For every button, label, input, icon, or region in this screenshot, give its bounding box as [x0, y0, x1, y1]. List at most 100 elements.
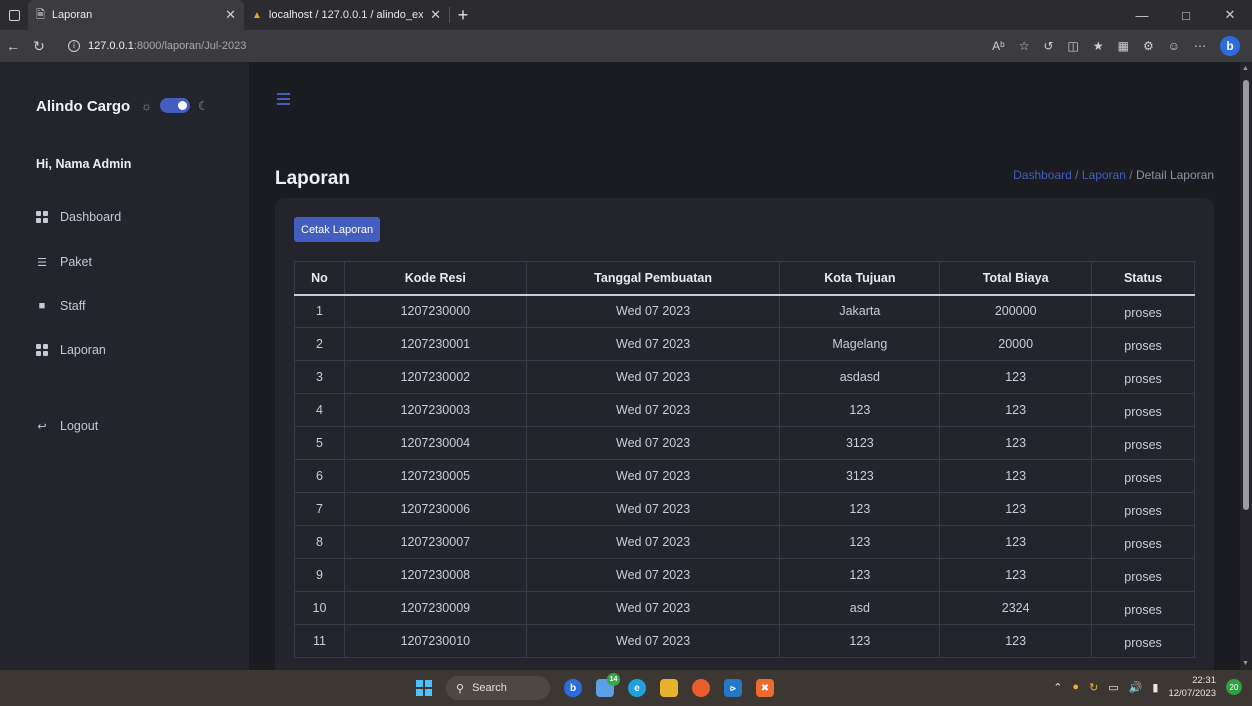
collections-icon[interactable]: ▦ — [1118, 39, 1129, 53]
cell-tanggal: Wed 07 2023 — [525, 426, 781, 460]
favorites-icon[interactable]: ★ — [1093, 39, 1104, 53]
vscode-icon[interactable]: ⪧ — [724, 679, 742, 697]
edge-icon[interactable]: e — [628, 679, 646, 697]
column-header: Tanggal Pembuatan — [525, 261, 781, 296]
sidebar-item-dashboard[interactable]: Dashboard — [36, 210, 121, 224]
cell-status: proses — [1091, 492, 1195, 526]
tray-chevron-icon[interactable]: ⌃ — [1053, 681, 1062, 694]
table-row: 3 1207230002 Wed 07 2023 asdasd 123 proses — [294, 360, 1195, 394]
cell-no: 11 — [294, 624, 345, 658]
sidebar-item-staff[interactable]: ■ Staff — [36, 299, 86, 313]
scrollbar-thumb[interactable] — [1243, 80, 1249, 510]
new-tab-button[interactable]: + — [450, 0, 476, 30]
bing-icon[interactable]: b — [1220, 36, 1240, 56]
cell-tanggal: Wed 07 2023 — [525, 393, 781, 427]
windows-start-icon[interactable] — [416, 680, 432, 696]
scroll-up-icon[interactable]: ▲ — [1242, 65, 1249, 72]
close-tab-icon[interactable]: ✕ — [225, 7, 236, 23]
cell-total-biaya: 123 — [939, 624, 1093, 658]
page-title: Laporan — [275, 168, 350, 189]
tray-app-icon[interactable]: ● — [1072, 681, 1079, 693]
url-field[interactable]: i 127.0.0.1 :8000/laporan/Jul-2023 — [68, 40, 992, 52]
refresh-icon[interactable]: ↺ — [1043, 39, 1053, 53]
close-window-button[interactable]: ✕ — [1208, 0, 1252, 30]
print-report-button[interactable]: Cetak Laporan — [294, 217, 381, 242]
table-row: 11 1207230010 Wed 07 2023 123 123 proses — [294, 624, 1195, 658]
more-icon[interactable]: ⋯ — [1194, 39, 1206, 53]
file-explorer-icon[interactable] — [660, 679, 678, 697]
cell-total-biaya: 123 — [939, 492, 1093, 526]
browser-tab-laporan[interactable]: 🗎 Laporan ✕ — [28, 0, 244, 30]
taskbar-search[interactable]: ⚲ Search — [446, 676, 550, 700]
sidebar-item-laporan[interactable]: Laporan — [36, 343, 106, 357]
table-row: 6 1207230005 Wed 07 2023 3123 123 proses — [294, 459, 1195, 493]
cell-kode-resi: 1207230006 — [343, 492, 527, 526]
volume-icon[interactable]: 🔊 — [1129, 681, 1143, 694]
cell-status: proses — [1091, 459, 1195, 493]
cell-no: 8 — [294, 525, 345, 559]
cell-total-biaya: 123 — [939, 459, 1093, 493]
brand-title[interactable]: Alindo Cargo — [36, 98, 130, 115]
cell-total-biaya: 123 — [939, 426, 1093, 460]
taskbar: ⚲ Search b 14 e ⪧ ✖ ⌃ ● ↻ ▭ 🔊 ▮ 22:31 12… — [0, 670, 1252, 706]
restore-button[interactable]: □ — [1164, 0, 1208, 30]
split-screen-icon[interactable]: ◫ — [1068, 39, 1079, 53]
cell-no: 2 — [294, 327, 345, 361]
tray-sync-icon[interactable]: ↻ — [1089, 681, 1098, 694]
breadcrumb-sep: / — [1129, 168, 1133, 182]
page-scrollbar[interactable]: ▲ ▼ — [1240, 62, 1252, 670]
sidebar-item-label: Paket — [60, 255, 92, 269]
info-icon[interactable]: i — [68, 40, 80, 52]
display-icon[interactable]: ▭ — [1108, 681, 1118, 694]
column-header: Kode Resi — [343, 261, 527, 296]
back-button[interactable]: ← — [0, 38, 26, 54]
cell-kota-tujuan: asdasd — [779, 360, 941, 394]
cell-no: 6 — [294, 459, 345, 493]
page-icon: 🗎 — [36, 8, 45, 21]
sidebar-item-logout[interactable]: ↩ Logout — [36, 419, 98, 433]
logout-icon: ↩ — [37, 420, 47, 433]
chrome-icon[interactable] — [692, 679, 710, 697]
favorite-star-icon[interactable]: ☆ — [1019, 39, 1030, 53]
tab-actions-button[interactable] — [0, 0, 28, 30]
search-icon: ⚲ — [456, 682, 465, 695]
extensions-icon[interactable]: ⚙ — [1143, 39, 1154, 53]
cell-kode-resi: 1207230002 — [343, 360, 527, 394]
copilot-icon[interactable]: b — [564, 679, 582, 697]
sidebar-item-paket[interactable]: ☰ Paket — [36, 255, 92, 269]
breadcrumb-laporan[interactable]: Laporan — [1082, 168, 1126, 182]
clock[interactable]: 22:31 12/07/2023 — [1168, 674, 1216, 700]
xampp-icon[interactable]: ✖ — [756, 679, 774, 697]
url-host: 127.0.0.1 — [88, 40, 134, 52]
table-row: 2 1207230001 Wed 07 2023 Magelang 20000 prose… — [294, 327, 1195, 361]
cell-no: 7 — [294, 492, 345, 526]
main-content: Laporan Dashboard / Laporan / Detail Lap… — [249, 62, 1240, 670]
browser-tab-phpmyadmin[interactable]: ▲ localhost / 127.0.0.1 / alindo_exp ✕ — [244, 7, 450, 23]
theme-toggle[interactable] — [160, 98, 190, 113]
cell-tanggal: Wed 07 2023 — [525, 591, 781, 625]
cell-tanggal: Wed 07 2023 — [525, 294, 781, 328]
cell-total-biaya: 123 — [939, 525, 1093, 559]
notification-badge[interactable]: 20 — [1226, 679, 1242, 695]
phpmyadmin-icon: ▲ — [252, 9, 262, 21]
battery-icon[interactable]: ▮ — [1152, 681, 1158, 694]
cell-status: proses — [1091, 525, 1195, 559]
minimize-button[interactable]: — — [1120, 0, 1164, 30]
sidebar-item-label: Staff — [60, 299, 86, 313]
refresh-button[interactable]: ↻ — [26, 38, 52, 55]
cell-status: proses — [1091, 624, 1195, 658]
breadcrumb-dashboard[interactable]: Dashboard — [1013, 168, 1072, 182]
profile-icon[interactable]: ☺ — [1168, 39, 1180, 53]
cell-tanggal: Wed 07 2023 — [525, 459, 781, 493]
scroll-down-icon[interactable]: ▼ — [1242, 660, 1249, 667]
cell-kode-resi: 1207230008 — [343, 558, 527, 592]
clock-time: 22:31 — [1192, 675, 1216, 686]
table-row: 7 1207230006 Wed 07 2023 123 123 proses — [294, 492, 1195, 526]
read-aloud-icon[interactable]: Aᵇ — [992, 39, 1005, 53]
grid-icon — [36, 211, 48, 223]
menu-toggle-icon[interactable] — [277, 93, 290, 108]
table-row: 1 1207230000 Wed 07 2023 Jakarta 200000 prose… — [294, 294, 1195, 328]
close-tab-icon[interactable]: ✕ — [430, 7, 441, 23]
briefcase-icon: ■ — [38, 300, 46, 312]
mail-icon[interactable]: 14 — [596, 673, 620, 697]
